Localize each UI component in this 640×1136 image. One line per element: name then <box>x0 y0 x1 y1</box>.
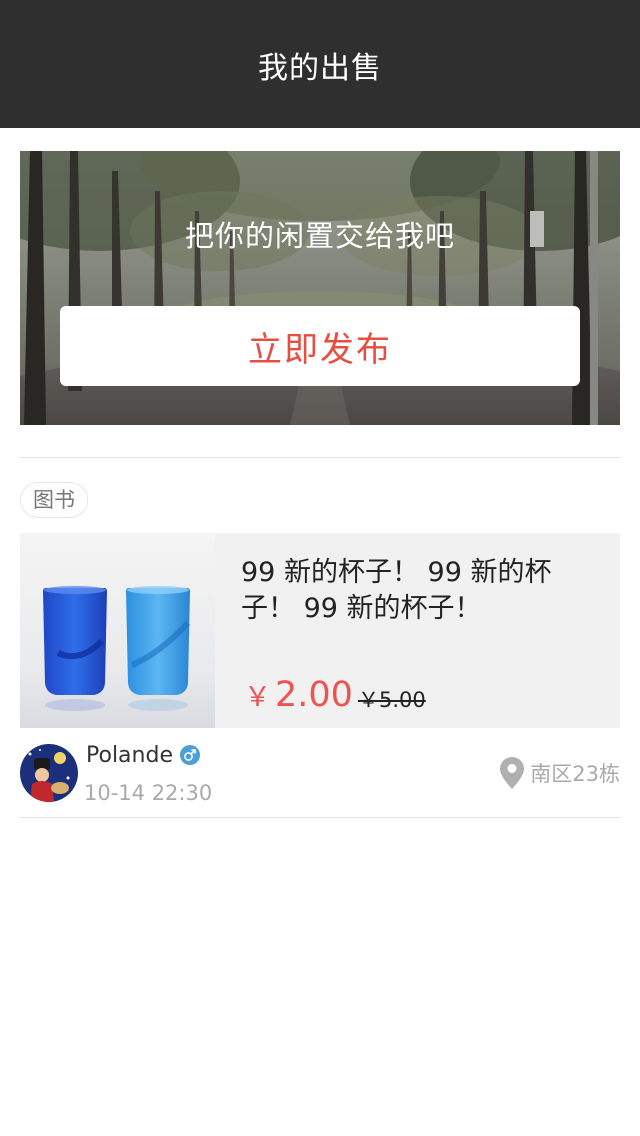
banner-slogan: 把你的闲置交给我吧 <box>184 219 455 253</box>
avatar[interactable] <box>20 744 78 802</box>
location-label: 南区23栋 <box>530 762 620 786</box>
product-image <box>20 533 215 728</box>
seller-location: 南区23栋 <box>500 757 620 789</box>
location-pin-icon <box>500 757 525 789</box>
section-divider <box>20 817 620 818</box>
page-title: 我的出售 <box>258 51 382 86</box>
posted-time: 10-14 22:30 <box>84 781 213 805</box>
publish-banner: 把你的闲置交给我吧 立即发布 <box>20 151 620 425</box>
current-price: ￥ 2.00 <box>244 673 353 720</box>
section-divider <box>20 457 620 458</box>
currency-symbol: ￥ <box>244 682 271 713</box>
original-price: ￥5.00 <box>358 688 426 712</box>
publish-now-button[interactable]: 立即发布 <box>60 306 580 386</box>
top-nav-bar: 我的出售 <box>0 0 640 128</box>
male-symbol-icon <box>180 745 200 765</box>
listing-card[interactable]: 99 新的杯子！ 99 新的杯子！ 99 新的杯子！ ￥ 2.00 ￥5.00 <box>20 533 620 728</box>
seller-name[interactable]: Polande <box>86 742 173 770</box>
current-price-value: 2.00 <box>275 675 353 715</box>
listing-title: 99 新的杯子！ 99 新的杯子！ 99 新的杯子！ <box>241 557 552 624</box>
category-tag[interactable]: 图书 <box>20 482 88 518</box>
seller-info: Polande 10-14 22:30 南区23栋 <box>20 742 620 805</box>
